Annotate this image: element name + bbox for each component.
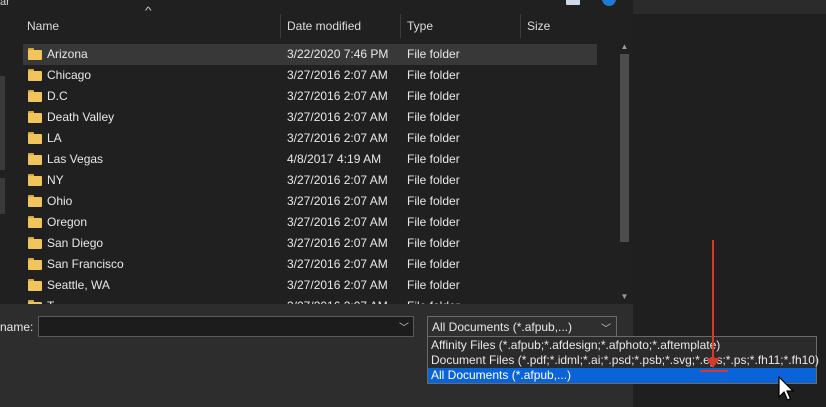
chevron-down-icon[interactable]: ﹀ [399, 319, 409, 334]
folder-icon [28, 90, 42, 102]
column-header: Name Date modified Type Size [12, 14, 618, 38]
folder-icon [28, 258, 42, 270]
file-date-modified: 3/27/2016 2:07 AM [287, 68, 388, 82]
file-type: File folder [407, 131, 460, 145]
file-row[interactable]: Arizona 3/22/2020 7:46 PM File folder [23, 44, 597, 65]
red-arrow-annotation [712, 240, 714, 362]
column-divider[interactable] [280, 14, 281, 38]
file-type: File folder [407, 173, 460, 187]
file-list: Arizona 3/22/2020 7:46 PM File folder Chica… [23, 44, 599, 306]
folder-icon [28, 195, 42, 207]
file-date-modified: 3/27/2016 2:07 AM [287, 257, 388, 271]
folder-icon [28, 111, 42, 123]
filename-input[interactable]: ﹀ [38, 316, 414, 337]
file-date-modified: 3/27/2016 2:07 AM [287, 215, 388, 229]
folder-icon [28, 237, 42, 249]
file-type: File folder [407, 110, 460, 124]
file-type: File folder [407, 257, 460, 271]
file-date-modified: 3/27/2016 2:07 AM [287, 110, 388, 124]
file-type-selected: All Documents (*.afpub,...) [432, 320, 573, 334]
file-date-modified: 3/27/2016 2:07 AM [287, 173, 388, 187]
file-name: Arizona [47, 47, 88, 61]
file-name: LA [47, 131, 62, 145]
view-mode-icon[interactable] [566, 0, 580, 5]
file-row[interactable]: Oregon 3/27/2016 2:07 AM File folder [23, 212, 597, 233]
file-type: File folder [407, 194, 460, 208]
file-name: Chicago [47, 68, 92, 82]
scroll-down-icon[interactable]: ▼ [616, 290, 633, 304]
column-type[interactable]: Type [407, 14, 433, 38]
vertical-scrollbar[interactable]: ▲ ▼ [616, 40, 633, 304]
scroll-up-icon[interactable]: ▲ [616, 40, 633, 54]
folder-icon [28, 216, 42, 228]
file-name: NY [47, 173, 64, 187]
file-name: Las Vegas [47, 152, 104, 166]
folder-icon [28, 174, 42, 186]
scrollbar-thumb[interactable] [620, 54, 629, 242]
folder-icon [28, 279, 42, 291]
file-date-modified: 4/8/2017 4:19 AM [287, 152, 382, 166]
red-arrow-head [706, 358, 720, 368]
file-name: San Diego [47, 236, 104, 250]
folder-icon [28, 69, 42, 81]
file-type: File folder [407, 89, 460, 103]
filename-label: name: [0, 320, 34, 334]
column-divider[interactable] [520, 14, 521, 38]
dialog-top-strip: ar [0, 0, 633, 12]
file-type: File folder [407, 278, 460, 292]
mouse-pointer-icon [778, 376, 794, 401]
chevron-down-icon[interactable]: ﹀ [601, 320, 611, 335]
file-row[interactable]: Las Vegas 4/8/2017 4:19 AM File folder [23, 149, 597, 170]
file-row[interactable]: San Diego 3/27/2016 2:07 AM File folder [23, 233, 597, 254]
file-type-dropdown: Affinity Files (*.afpub;*.afdesign;*.afp… [427, 336, 819, 384]
window-title-fragment: ar [0, 0, 10, 8]
red-underline-annotation [700, 370, 728, 372]
file-type-select[interactable]: All Documents (*.afpub,...) ﹀ [427, 316, 617, 338]
file-row[interactable]: NY 3/27/2016 2:07 AM File folder [23, 170, 597, 191]
column-size[interactable]: Size [527, 14, 550, 38]
file-row[interactable]: San Francisco 3/27/2016 2:07 AM File folde… [23, 254, 597, 275]
nav-pane-scroll-edge [0, 76, 5, 170]
file-type: File folder [407, 47, 460, 61]
file-row[interactable]: Seattle, WA 3/27/2016 2:07 AM File folder [23, 275, 597, 296]
nav-pane-scroll-edge [0, 178, 5, 214]
file-date-modified: 3/27/2016 2:07 AM [287, 278, 388, 292]
column-date-modified[interactable]: Date modified [287, 14, 361, 38]
file-type: File folder [407, 215, 460, 229]
file-type: File folder [407, 68, 460, 82]
file-date-modified: 3/27/2016 2:07 AM [287, 236, 388, 250]
folder-icon [28, 48, 42, 60]
file-type: File folder [407, 236, 460, 250]
file-name: Ohio [47, 194, 73, 208]
folder-icon [28, 132, 42, 144]
file-name: Seattle, WA [47, 278, 110, 292]
file-row[interactable]: Death Valley 3/27/2016 2:07 AM File folder [23, 107, 597, 128]
file-date-modified: 3/27/2016 2:07 AM [287, 89, 388, 103]
file-type-option-all[interactable]: All Documents (*.afpub,...) [428, 368, 816, 383]
file-type: File folder [407, 152, 460, 166]
column-divider[interactable] [400, 14, 401, 38]
file-type-option-document[interactable]: Document Files (*.pdf;*.idml;*.ai;*.psd;… [428, 353, 819, 368]
file-date-modified: 3/22/2020 7:46 PM [287, 47, 389, 61]
column-name[interactable]: Name [27, 14, 59, 38]
background-strip [633, 0, 826, 14]
file-name: D.C [47, 89, 68, 103]
file-row[interactable]: LA 3/27/2016 2:07 AM File folder [23, 128, 597, 149]
file-row[interactable]: D.C 3/27/2016 2:07 AM File folder [23, 86, 597, 107]
file-date-modified: 3/27/2016 2:07 AM [287, 131, 388, 145]
folder-icon [28, 153, 42, 165]
file-name: Death Valley [47, 110, 115, 124]
file-name: San Francisco [47, 257, 124, 271]
file-name: Oregon [47, 215, 88, 229]
help-icon[interactable] [602, 0, 616, 6]
file-type-option-affinity[interactable]: Affinity Files (*.afpub;*.afdesign;*.afp… [428, 338, 816, 353]
file-row[interactable]: Ohio 3/27/2016 2:07 AM File folder [23, 191, 597, 212]
file-row[interactable]: Chicago 3/27/2016 2:07 AM File folder [23, 65, 597, 86]
file-date-modified: 3/27/2016 2:07 AM [287, 194, 388, 208]
